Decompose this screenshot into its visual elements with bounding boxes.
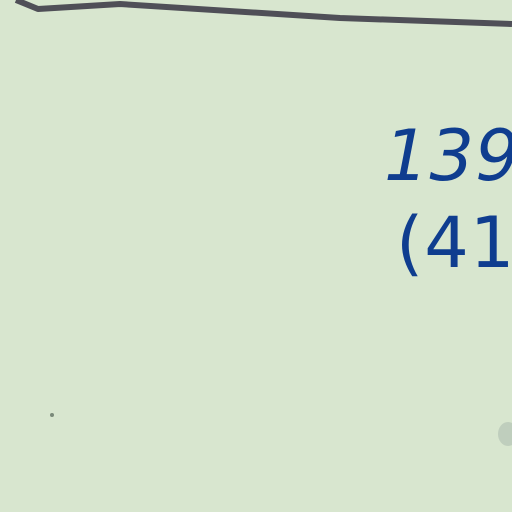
map-point-marker <box>50 413 54 417</box>
elevation-label: 139 <box>384 115 512 197</box>
map-canvas[interactable]: 139 (41( <box>0 0 512 512</box>
elevation-sub-label: (41( <box>396 202 512 284</box>
map-feature-blob <box>498 422 512 446</box>
boundary-line <box>14 0 512 27</box>
